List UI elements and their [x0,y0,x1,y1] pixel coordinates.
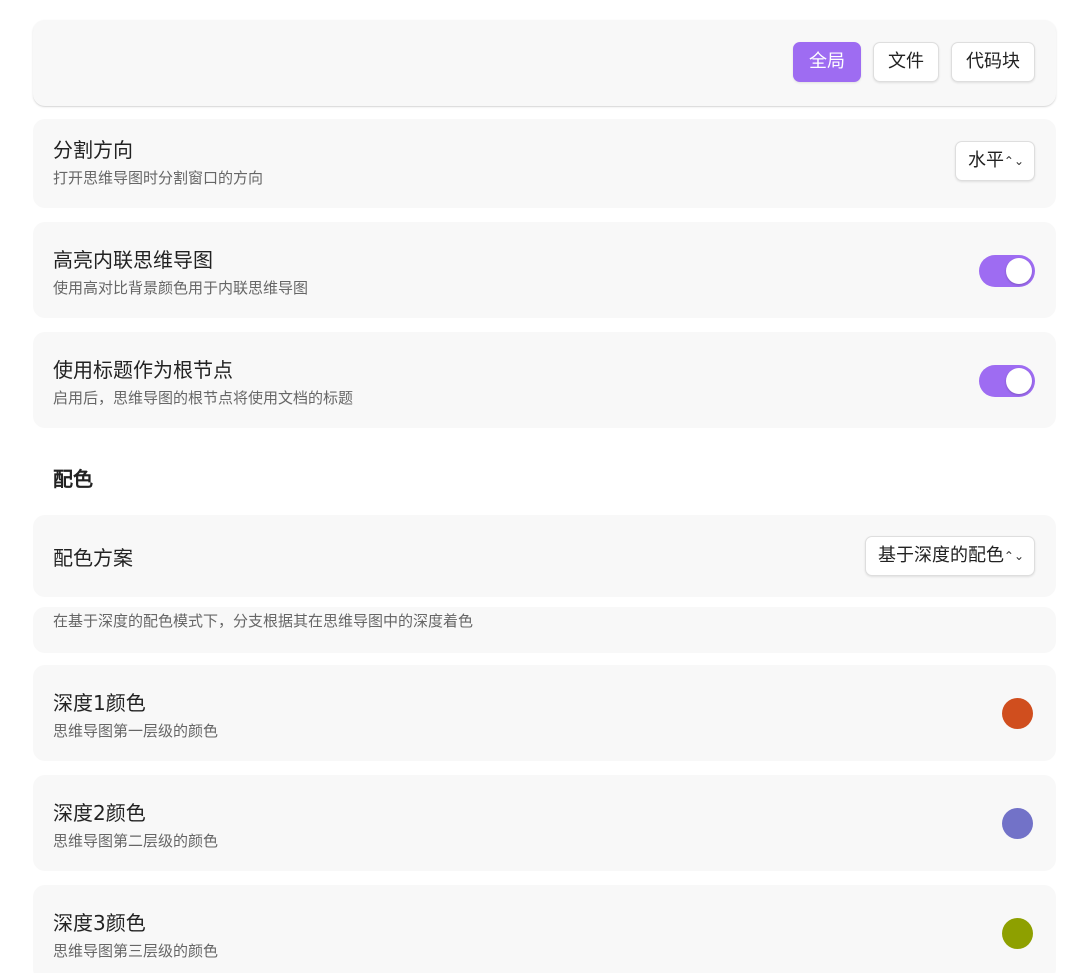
tab-global[interactable]: 全局 [793,42,861,82]
chevron-up-down-icon: ⌃⌄ [1003,154,1024,168]
setting-title: 配色方案 [53,546,133,570]
setting-description: 启用后，思维导图的根节点将使用文档的标题 [53,389,354,407]
select-value: 基于深度的配色 [878,545,1004,566]
setting-description: 思维导图第二层级的颜色 [53,832,219,850]
setting-description: 思维导图第三层级的颜色 [53,942,219,960]
setting-depth1-color: 深度1颜色 思维导图第一层级的颜色 [33,665,1056,761]
setting-color-scheme: 配色方案 基于深度的配色 ⌃⌄ [33,515,1056,597]
setting-depth2-color: 深度2颜色 思维导图第二层级的颜色 [33,775,1056,871]
setting-depth3-color: 深度3颜色 思维导图第三层级的颜色 [33,885,1056,973]
setting-title: 深度2颜色 [53,801,146,825]
select-value: 水平 [968,150,1004,171]
depth2-color-swatch[interactable] [1002,808,1033,839]
setting-title: 使用标题作为根节点 [53,358,233,382]
split-direction-select[interactable]: 水平 ⌃⌄ [955,141,1035,181]
setting-title: 深度1颜色 [53,691,146,715]
color-scheme-select[interactable]: 基于深度的配色 ⌃⌄ [865,536,1035,576]
setting-description: 思维导图第一层级的颜色 [53,722,219,740]
setting-description: 在基于深度的配色模式下，分支根据其在思维导图中的深度着色 [53,612,474,630]
setting-title: 深度3颜色 [53,911,146,935]
tab-file[interactable]: 文件 [873,42,939,82]
setting-split-direction: 分割方向 打开思维导图时分割窗口的方向 水平 ⌃⌄ [33,119,1056,208]
setting-highlight-inline: 高亮内联思维导图 使用高对比背景颜色用于内联思维导图 [33,222,1056,318]
color-scheme-note: 在基于深度的配色模式下，分支根据其在思维导图中的深度着色 [33,607,1056,653]
toggle-knob [1006,368,1032,394]
setting-description: 打开思维导图时分割窗口的方向 [53,169,264,187]
tab-code-block[interactable]: 代码块 [951,42,1035,82]
setting-description: 使用高对比背景颜色用于内联思维导图 [53,279,309,297]
setting-title: 高亮内联思维导图 [53,248,213,272]
setting-heading-as-root: 使用标题作为根节点 启用后，思维导图的根节点将使用文档的标题 [33,332,1056,428]
scope-tabs: 全局 文件 代码块 [793,42,1035,82]
heading-as-root-toggle[interactable] [979,365,1035,397]
setting-title: 分割方向 [53,138,133,162]
depth3-color-swatch[interactable] [1002,918,1033,949]
highlight-inline-toggle[interactable] [979,255,1035,287]
settings-page: 全局 文件 代码块 分割方向 打开思维导图时分割窗口的方向 水平 ⌃⌄ 高亮内联… [0,0,1080,973]
section-heading-colors: 配色 [53,467,93,491]
depth1-color-swatch[interactable] [1002,698,1033,729]
toggle-knob [1006,258,1032,284]
scope-tab-bar: 全局 文件 代码块 [33,20,1056,106]
chevron-up-down-icon: ⌃⌄ [1003,549,1024,563]
